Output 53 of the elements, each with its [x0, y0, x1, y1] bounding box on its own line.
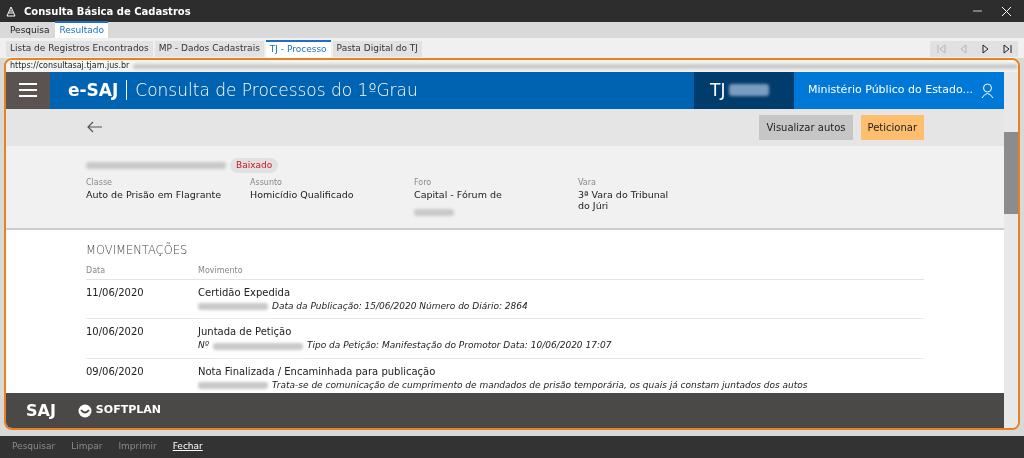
tab[interactable]: TJ - Processo	[265, 40, 331, 58]
footer-logo: SOFTPLAN	[95, 402, 161, 419]
close-icon[interactable]	[1001, 5, 1012, 17]
url-text: https://consultasaj.tjam.jus.br	[10, 60, 130, 72]
toolbar-button[interactable]: Fechar	[166, 438, 209, 456]
redacted-text	[414, 209, 454, 217]
section-heading: MOVIMENTAÇÕES	[86, 241, 189, 259]
app-logo-icon	[6, 5, 16, 17]
triangle-right-icon	[979, 43, 991, 55]
field-label: Vara	[578, 177, 597, 190]
movement-date: 09/06/2020	[86, 364, 145, 379]
tab[interactable]: MP - Dados Cadastrais	[154, 41, 264, 57]
skip-forward-icon	[1001, 43, 1013, 55]
user-name[interactable]: Ministério Público do Estado...	[808, 82, 973, 99]
movement-date: 10/06/2020	[86, 325, 145, 340]
status-badge: Baixado	[230, 157, 279, 174]
movement-detail: Nº	[198, 339, 209, 353]
field-label: Classe	[86, 177, 113, 190]
action-button[interactable]: Peticionar	[860, 114, 924, 140]
redacted-text	[198, 382, 268, 390]
column-header: Data	[86, 264, 107, 277]
redacted-text	[198, 303, 268, 311]
movement-date: 11/06/2020	[86, 285, 145, 300]
movement-title: Nota Finalizada / Encaminhada para publicação	[198, 364, 437, 379]
tab[interactable]: Pasta Digital do TJ	[332, 41, 423, 57]
field-value: Capital - Fórum de	[414, 189, 503, 201]
shield-logo-icon	[77, 403, 92, 418]
column-header: Movimento	[198, 264, 243, 277]
site-title: Consulta de Processos do 1ºGrau	[135, 78, 418, 102]
field-value: Homicídio Qualificado	[250, 189, 355, 201]
scrollbar-thumb[interactable]	[1004, 132, 1018, 214]
field-value: Auto de Prisão em Flagrante	[86, 189, 223, 201]
skip-back-icon	[935, 43, 947, 55]
footer-logo: SAJ	[26, 399, 56, 422]
tab[interactable]: Lista de Registros Encontrados	[6, 41, 153, 57]
back-arrow-icon[interactable]	[86, 120, 103, 135]
action-button[interactable]: Visualizar autos	[759, 114, 853, 140]
redacted-text	[729, 84, 770, 97]
movement-title: Juntada de Petição	[198, 325, 293, 340]
last-record-button[interactable]	[996, 41, 1018, 57]
movement-detail: Data da Publicação: 15/06/2020 Número do Diário: 2864	[272, 299, 528, 313]
field-value: 3ª Vara do Tribunal do Júri	[578, 189, 670, 212]
movement-detail: Trata-se de comunicação de cumprimento de mandados de prisão temporária, os quais já constam juntados dos autos	[272, 378, 808, 392]
scrollbar[interactable]	[1004, 72, 1018, 428]
field-label: Assunto	[250, 177, 283, 190]
window-title: Consulta Básica de Cadastros	[24, 4, 191, 19]
user-icon[interactable]	[981, 82, 994, 98]
movement-title: Certidão Expedida	[198, 285, 292, 300]
menu-icon[interactable]	[19, 83, 37, 98]
movement-detail: Tipo da Petição: Manifestação do Promotor Data: 10/06/2020 17:07	[307, 339, 612, 353]
field-label: Foro	[414, 177, 433, 190]
court-name: TJ	[710, 78, 726, 102]
site-brand: e-SAJ	[67, 78, 119, 102]
